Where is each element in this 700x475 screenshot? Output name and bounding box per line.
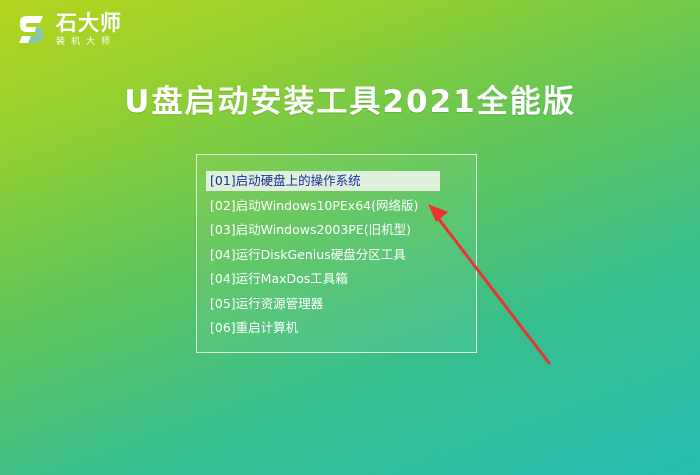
menu-item-diskgenius[interactable]: [04]运行DiskGenius硬盘分区工具 — [206, 245, 440, 270]
menu-item-win2003pe[interactable]: [03]启动Windows2003PE(旧机型) — [206, 220, 440, 245]
menu-item-maxdos[interactable]: [04]运行MaxDos工具箱 — [206, 269, 440, 294]
logo-title: 石大师 — [56, 11, 122, 35]
menu-item-boot-hdd[interactable]: [01]启动硬盘上的操作系统 — [206, 171, 440, 191]
menu-item-reboot[interactable]: [06]重启计算机 — [206, 318, 440, 343]
boot-menu-panel: [01]启动硬盘上的操作系统 [02]启动Windows10PEx64(网络版)… — [196, 154, 477, 353]
brand-logo: 石大师 装机大师 — [14, 10, 122, 50]
shidashi-logo-icon — [19, 16, 43, 43]
menu-item-win10pe[interactable]: [02]启动Windows10PEx64(网络版) — [206, 196, 440, 221]
boot-menu: [01]启动硬盘上的操作系统 [02]启动Windows10PEx64(网络版)… — [206, 171, 440, 343]
logo-subtitle: 装机大师 — [56, 37, 117, 47]
menu-item-explorer[interactable]: [05]运行资源管理器 — [206, 294, 440, 319]
page-title: U盘启动安装工具2021全能版 — [124, 84, 576, 120]
